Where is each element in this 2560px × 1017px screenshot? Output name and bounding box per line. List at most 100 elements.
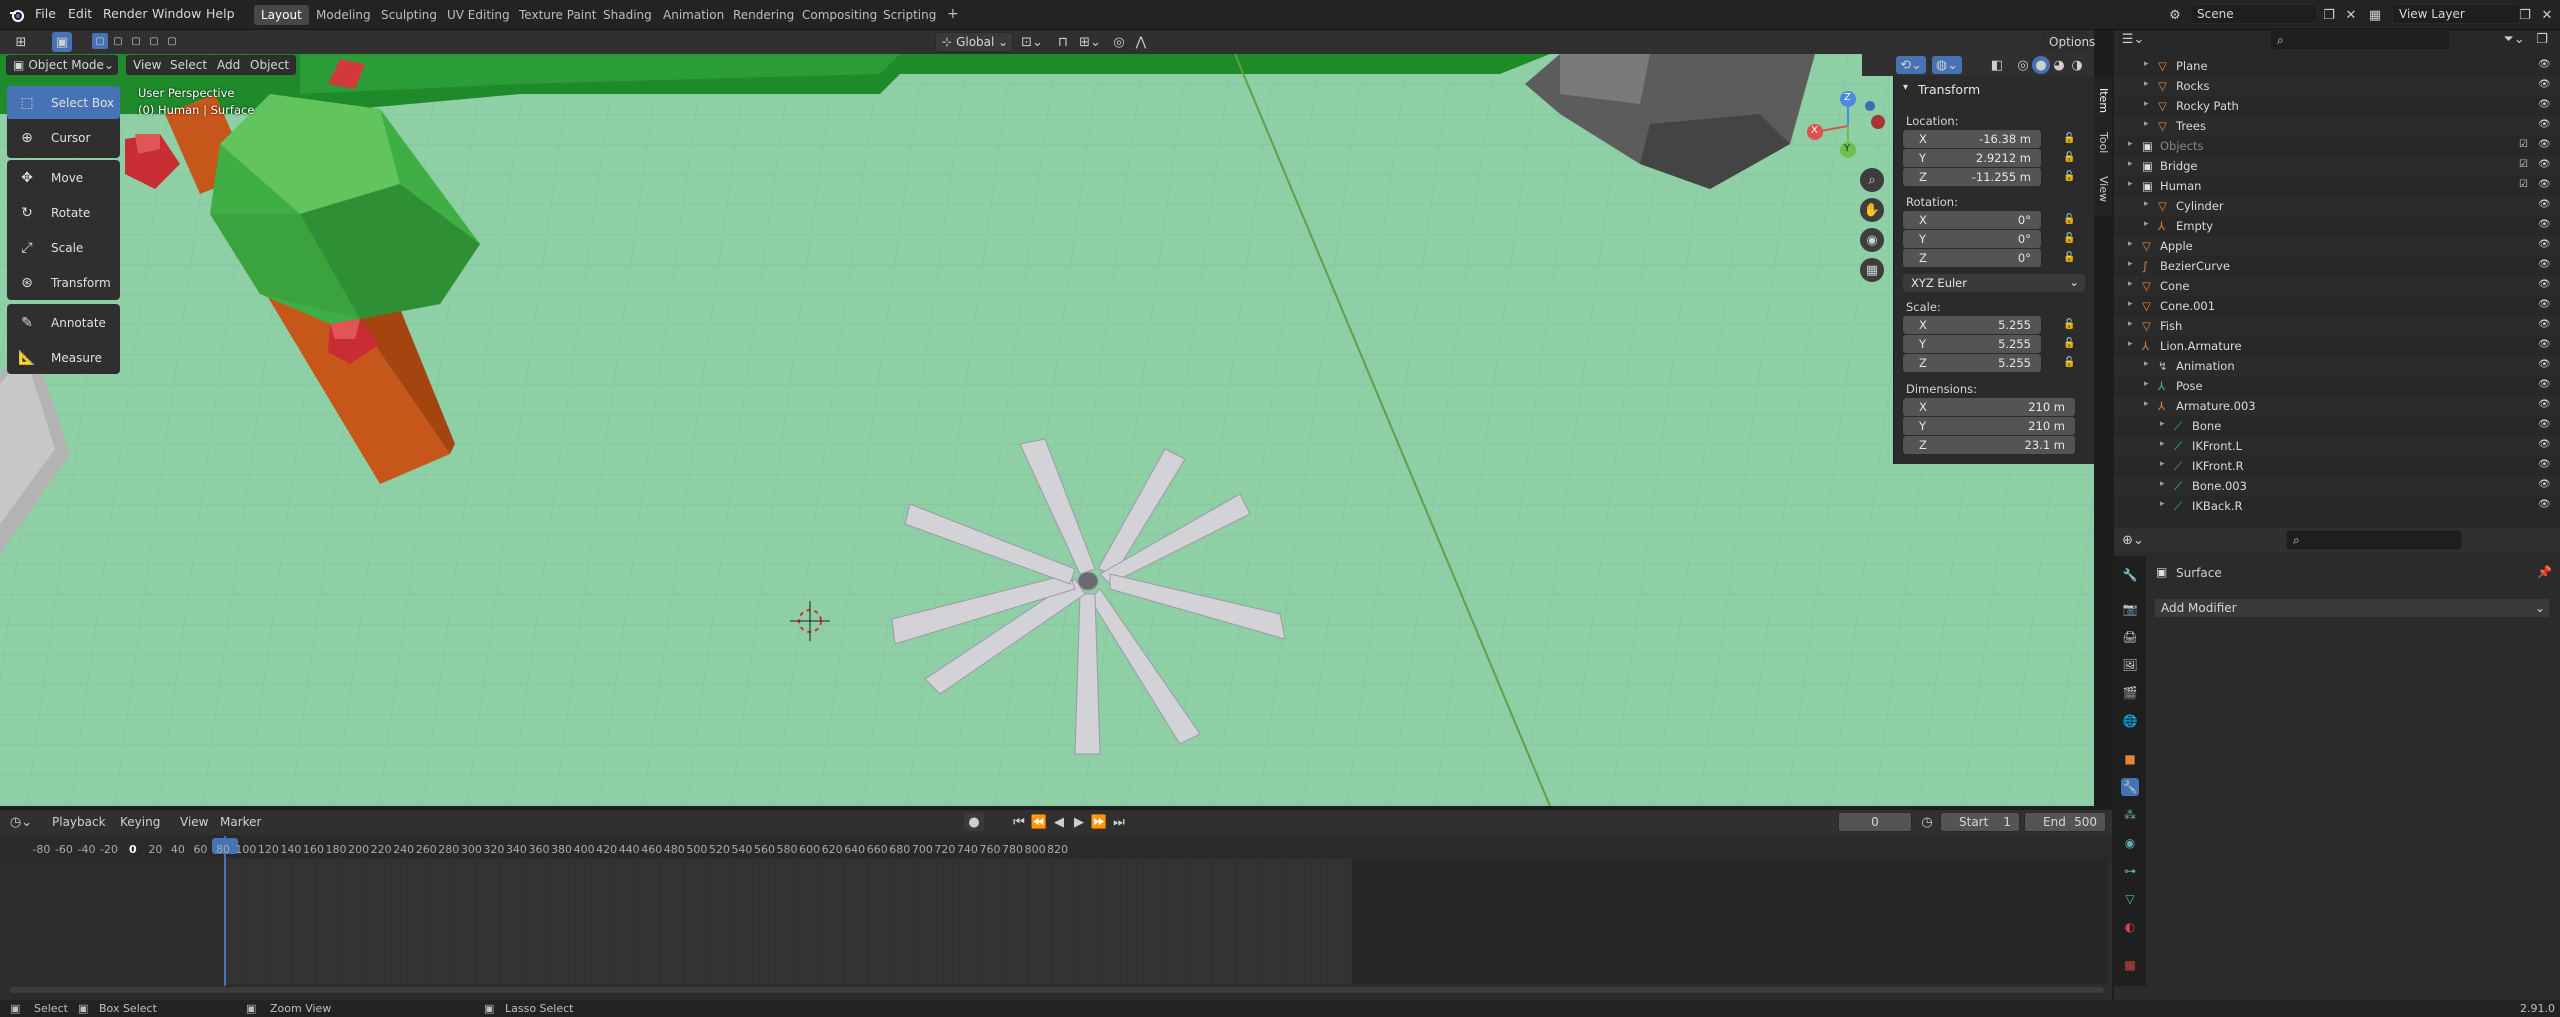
material-tab-icon[interactable]: ◐	[2121, 918, 2139, 936]
tab-compositing[interactable]: Compositing	[795, 5, 884, 25]
rotation-z-field[interactable]: Z 0°	[1903, 249, 2041, 267]
menu-view[interactable]: View	[180, 815, 208, 829]
view-layer-icon[interactable]: ▦	[2366, 6, 2384, 24]
wireframe-shading-icon[interactable]: ◎	[2014, 56, 2032, 74]
select-invert-icon[interactable]: ▢	[146, 33, 162, 49]
properties-editor-type-icon[interactable]: ⊕⌄	[2120, 531, 2146, 549]
object-tab-icon[interactable]: ■	[2121, 750, 2139, 768]
pivot-point-icon[interactable]: ⊡⌄	[1018, 33, 1046, 51]
expand-arrow-icon[interactable]: ▸	[2128, 159, 2133, 169]
expand-arrow-icon[interactable]: ▸	[2128, 319, 2133, 329]
expand-arrow-icon[interactable]: ▸	[2144, 59, 2149, 69]
options-button[interactable]: Options	[2042, 32, 2095, 52]
preview-range-icon[interactable]: ◷	[1918, 813, 1936, 831]
tab-animation[interactable]: Animation	[656, 5, 731, 25]
expand-arrow-icon[interactable]: ▸	[2144, 119, 2149, 129]
tab-uv-editing[interactable]: UV Editing	[440, 5, 517, 25]
tool-move[interactable]: ✥ Move	[7, 161, 120, 194]
show-overlays-icon[interactable]: ◍⌄	[1932, 56, 1962, 74]
select-mode-icon[interactable]: ▣	[52, 32, 72, 52]
eye-icon[interactable]: 👁	[2538, 299, 2551, 310]
select-intersect-icon[interactable]: ▢	[164, 33, 180, 49]
expand-arrow-icon[interactable]: ▸	[2160, 459, 2165, 469]
outliner-item[interactable]: ▸ ▽ Apple 👁	[2114, 236, 2560, 256]
eye-icon[interactable]: 👁	[2538, 439, 2551, 450]
expand-arrow-icon[interactable]: ▸	[2128, 239, 2133, 249]
tab-rendering[interactable]: Rendering	[726, 5, 801, 25]
tab-tool[interactable]: Tool	[2097, 132, 2110, 153]
location-x-field[interactable]: X -16.38 m	[1903, 130, 2041, 148]
jump-keyframe-forward-icon[interactable]: ⏩	[1090, 813, 1108, 831]
editor-type-icon[interactable]: ⊞	[10, 33, 32, 51]
object-mode-dropdown[interactable]: ▣ Object Mode ⌄	[6, 55, 118, 75]
snap-icon[interactable]: ⊓	[1054, 33, 1072, 51]
particles-tab-icon[interactable]: ⁂	[2121, 806, 2139, 824]
scale-z-field[interactable]: Z 5.255	[1903, 354, 2041, 372]
eye-icon[interactable]: 👁	[2538, 159, 2551, 170]
view-layer-selector[interactable]: View Layer	[2392, 4, 2520, 24]
menu-object[interactable]: Object	[243, 55, 297, 75]
copy-view-layer-icon[interactable]: ❐	[2516, 6, 2534, 24]
jump-end-icon[interactable]: ⏭	[1110, 813, 1128, 831]
copy-scene-icon[interactable]: ❐	[2320, 6, 2338, 24]
pin-icon[interactable]: 📌	[2537, 565, 2552, 579]
texture-tab-icon[interactable]: ▩	[2121, 956, 2139, 974]
expand-arrow-icon[interactable]: ▸	[2128, 179, 2133, 189]
add-workspace-button[interactable]: +	[940, 3, 966, 23]
current-frame-field[interactable]: 0	[1838, 812, 1912, 832]
outliner-item[interactable]: ▸ ▣ Bridge ☑ 👁	[2114, 156, 2560, 176]
tool-scale[interactable]: ⤢ Scale	[7, 231, 120, 264]
eye-icon[interactable]: 👁	[2538, 499, 2551, 510]
modifier-tab-icon[interactable]: 🔧	[2121, 778, 2139, 796]
lock-icon[interactable]: 🔓	[2063, 252, 2077, 264]
outliner-item[interactable]: ▸ ▽ Cone 👁	[2114, 276, 2560, 296]
eye-icon[interactable]: 👁	[2538, 119, 2551, 130]
menu-add[interactable]: Add	[210, 55, 248, 75]
delete-view-layer-icon[interactable]: ✕	[2538, 6, 2556, 24]
lock-icon[interactable]: 🔓	[2063, 214, 2077, 226]
outliner-item[interactable]: ▸ ▣ Objects ☑ 👁	[2114, 136, 2560, 156]
eye-icon[interactable]: 👁	[2538, 279, 2551, 290]
3d-viewport[interactable]: X Z Y User Perspective (0) Human | Surfa…	[0, 54, 2094, 806]
dimensions-y-field[interactable]: Y 210 m	[1903, 417, 2075, 435]
tab-texture-paint[interactable]: Texture Paint	[512, 5, 603, 25]
outliner-item[interactable]: ▸ ⟋ IKBack.R 👁	[2114, 496, 2560, 516]
menu-file[interactable]: File	[35, 6, 56, 21]
constraints-tab-icon[interactable]: ⊶	[2121, 862, 2139, 880]
proportional-falloff-icon[interactable]: ⋀	[1132, 33, 1150, 51]
timeline-scrollbar[interactable]	[10, 987, 2104, 993]
expand-arrow-icon[interactable]: ▸	[2160, 479, 2165, 489]
world-tab-icon[interactable]: 🌐	[2121, 712, 2139, 730]
data-tab-icon[interactable]: ▽	[2121, 890, 2139, 908]
render-tab-icon[interactable]: 📷	[2121, 600, 2139, 618]
tab-shading[interactable]: Shading	[596, 5, 659, 25]
outliner-item[interactable]: ▸ ▽ Cylinder 👁	[2114, 196, 2560, 216]
expand-arrow-icon[interactable]: ▸	[2144, 359, 2149, 369]
tool-transform[interactable]: ⊛ Transform	[7, 266, 120, 299]
lock-icon[interactable]: 🔓	[2063, 133, 2077, 145]
end-frame-field[interactable]: End 500	[2024, 812, 2106, 832]
eye-icon[interactable]: 👁	[2538, 379, 2551, 390]
outliner-item[interactable]: ▸ ▽ Rocks 👁	[2114, 76, 2560, 96]
lock-icon[interactable]: 🔓	[2063, 171, 2077, 183]
expand-arrow-icon[interactable]: ▸	[2128, 279, 2133, 289]
outliner-item[interactable]: ▸ ⅄ Lion.Armature 👁	[2114, 336, 2560, 356]
xray-icon[interactable]: ◧	[1988, 56, 2006, 74]
rotation-mode-dropdown[interactable]: XYZ Euler ⌄	[1903, 274, 2085, 292]
expand-arrow-icon[interactable]: ▸	[2160, 419, 2165, 429]
blender-logo-icon[interactable]	[8, 6, 26, 24]
jump-start-icon[interactable]: ⏮	[1010, 813, 1028, 831]
snap-target-icon[interactable]: ⊞⌄	[1074, 33, 1106, 51]
panel-collapse-icon[interactable]: ▾	[1903, 82, 1908, 93]
tool-measure[interactable]: 📐 Measure	[7, 341, 120, 374]
material-shading-icon[interactable]: ◕	[2050, 56, 2068, 74]
lock-icon[interactable]: 🔓	[2063, 338, 2077, 350]
play-icon[interactable]: ▶	[1070, 813, 1088, 831]
eye-icon[interactable]: 👁	[2538, 339, 2551, 350]
outliner-search-field[interactable]: ⌕	[2270, 30, 2450, 50]
select-new-icon[interactable]: ▢	[92, 33, 108, 49]
scene-selector[interactable]: Scene	[2190, 4, 2318, 24]
eye-icon[interactable]: 👁	[2538, 59, 2551, 70]
expand-arrow-icon[interactable]: ▸	[2144, 399, 2149, 409]
expand-arrow-icon[interactable]: ▸	[2144, 379, 2149, 389]
